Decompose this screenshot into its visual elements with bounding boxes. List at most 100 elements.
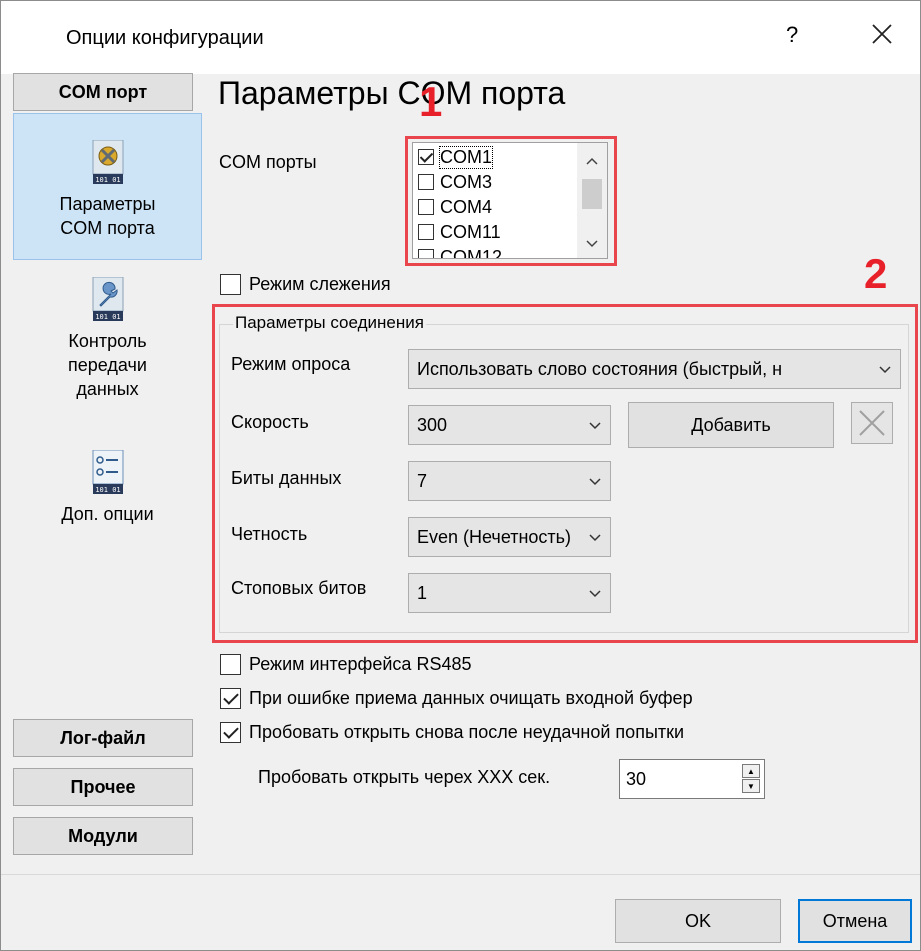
stop-bits-label: Стоповых битов (231, 578, 367, 598)
nav-item-label: Контроль передачи данных (13, 329, 202, 401)
button-label: Отмена (822, 910, 888, 931)
com-port-name: COM3 (440, 171, 493, 192)
list-item[interactable]: COM4 (418, 195, 492, 219)
com-port-checkbox[interactable] (418, 149, 434, 165)
nav-item-data-transfer-control[interactable]: 101 01 Контроль передачи данных (13, 276, 202, 401)
nav-item-extra-options[interactable]: 101 01 Доп. опции (13, 449, 202, 526)
wrench-icon: 101 01 (91, 276, 125, 323)
group-title: Параметры соединения (233, 313, 426, 333)
com-port-checkbox[interactable] (418, 224, 434, 240)
checkbox-box[interactable] (220, 722, 241, 743)
list-item[interactable]: COM11 (418, 220, 501, 244)
parity-label: Четность (231, 524, 308, 544)
nav-item-com-port-params[interactable]: 101 01 Параметры COM порта (13, 113, 202, 260)
select-value: Even (Нечетность) (417, 526, 572, 547)
nav-item-label-line: COM порта (60, 218, 155, 238)
com-port-name: COM12 (440, 246, 503, 259)
svg-text:101 01: 101 01 (95, 176, 120, 184)
help-button[interactable]: ? (786, 22, 798, 48)
configuration-options-dialog: Опции конфигурации ? COM порт 101 01 Пар… (0, 0, 921, 951)
nav-section-modules[interactable]: Модули (13, 817, 193, 855)
data-bits-label: Биты данных (231, 468, 342, 488)
com-port-name: COM11 (440, 221, 501, 242)
nav-section-label: Модули (68, 825, 138, 846)
nav-item-label: Параметры COM порта (14, 192, 201, 240)
data-bits-select[interactable]: 7 (408, 461, 611, 501)
chevron-down-icon (580, 532, 610, 542)
chevron-down-icon (870, 364, 900, 374)
speed-label: Скорость (231, 412, 309, 432)
list-item[interactable]: COM3 (418, 170, 492, 194)
nav-item-label-line: Контроль (68, 331, 147, 351)
speed-select[interactable]: 300 (408, 405, 611, 445)
listbox-scrollbar[interactable] (577, 143, 607, 258)
delete-icon (859, 410, 885, 436)
button-label: Добавить (691, 414, 771, 435)
poll-mode-select[interactable]: Использовать слово состояния (быстрый, н (408, 349, 901, 389)
parity-select[interactable]: Even (Нечетность) (408, 517, 611, 557)
annotation-marker-1: 1 (419, 78, 443, 125)
svg-text:101 01: 101 01 (95, 486, 120, 494)
svg-text:101 01: 101 01 (95, 313, 120, 321)
checkbox-label: Режим слежения (249, 274, 391, 294)
nav-item-label-line: передачи (68, 355, 147, 375)
options-list-icon: 101 01 (91, 449, 125, 496)
select-value: Использовать слово состояния (быстрый, н (417, 358, 783, 379)
nav-section-label: Прочее (70, 776, 136, 797)
title-bar: Опции конфигурации ? (1, 1, 920, 74)
com-port-checkbox[interactable] (418, 174, 434, 190)
spin-down-icon[interactable]: ▼ (742, 779, 760, 793)
nav-section-com-port[interactable]: COM порт (13, 73, 193, 111)
nav-section-log-file[interactable]: Лог-файл (13, 719, 193, 757)
nav-section-other[interactable]: Прочее (13, 768, 193, 806)
chevron-down-icon (580, 476, 610, 486)
select-value: 7 (417, 470, 428, 491)
button-label: OK (684, 910, 711, 931)
com-ports-label: COM порты (219, 152, 317, 172)
com-port-checkbox[interactable] (418, 199, 434, 215)
window-title: Опции конфигурации (66, 27, 264, 49)
select-value: 1 (417, 582, 428, 603)
ok-button[interactable]: OK (615, 899, 781, 943)
checkbox-box[interactable] (220, 688, 241, 709)
retry-interval-label: Пробовать открыть черех XXX сек. (258, 767, 551, 787)
nav-section-label: COM порт (58, 81, 148, 102)
footer-separator (1, 874, 920, 875)
delete-speed-button[interactable] (851, 402, 893, 444)
checkbox-label: Режим интерфейса RS485 (249, 654, 472, 674)
page-title: Параметры COM порта (218, 75, 566, 111)
serial-port-icon: 101 01 (91, 139, 125, 186)
rs485-mode-checkbox[interactable]: Режим интерфейса RS485 (220, 654, 471, 675)
scroll-up-icon[interactable] (583, 155, 601, 167)
list-item[interactable]: COM1 (418, 145, 494, 169)
retry-open-checkbox[interactable]: Пробовать открыть снова после неудачной … (220, 722, 684, 743)
checkbox-label: Пробовать открыть снова после неудачной … (249, 722, 685, 742)
com-port-name: COM4 (440, 196, 493, 217)
com-port-name: COM1 (438, 145, 494, 169)
spin-up-icon[interactable]: ▲ (742, 764, 760, 778)
nav-section-label: Лог-файл (60, 727, 146, 748)
stop-bits-select[interactable]: 1 (408, 573, 611, 613)
clear-buffer-checkbox[interactable]: При ошибке приема данных очищать входной… (220, 688, 693, 709)
chevron-down-icon (580, 588, 610, 598)
com-ports-listbox[interactable]: COM1 COM3 COM4 COM11 COM12 (412, 142, 608, 259)
add-speed-button[interactable]: Добавить (628, 402, 834, 448)
checkbox-label: При ошибке приема данных очищать входной… (249, 688, 693, 708)
cancel-button[interactable]: Отмена (798, 899, 912, 943)
scroll-down-icon[interactable] (583, 238, 601, 250)
scrollbar-thumb[interactable] (582, 179, 602, 209)
annotation-marker-2: 2 (864, 250, 888, 297)
nav-item-label-line: Параметры (59, 194, 156, 214)
monitor-mode-checkbox[interactable]: Режим слежения (220, 274, 391, 295)
com-port-checkbox[interactable] (418, 249, 434, 258)
retry-interval-spinner[interactable]: 30 ▲ ▼ (619, 759, 765, 799)
close-icon[interactable] (869, 21, 895, 47)
poll-mode-label: Режим опроса (231, 354, 351, 374)
checkbox-box[interactable] (220, 274, 241, 295)
list-item[interactable]: COM12 (418, 245, 503, 259)
checkbox-box[interactable] (220, 654, 241, 675)
nav-item-label-line: данных (76, 379, 139, 399)
nav-item-label: Доп. опции (61, 504, 154, 524)
chevron-down-icon (580, 420, 610, 430)
select-value: 300 (417, 414, 448, 435)
